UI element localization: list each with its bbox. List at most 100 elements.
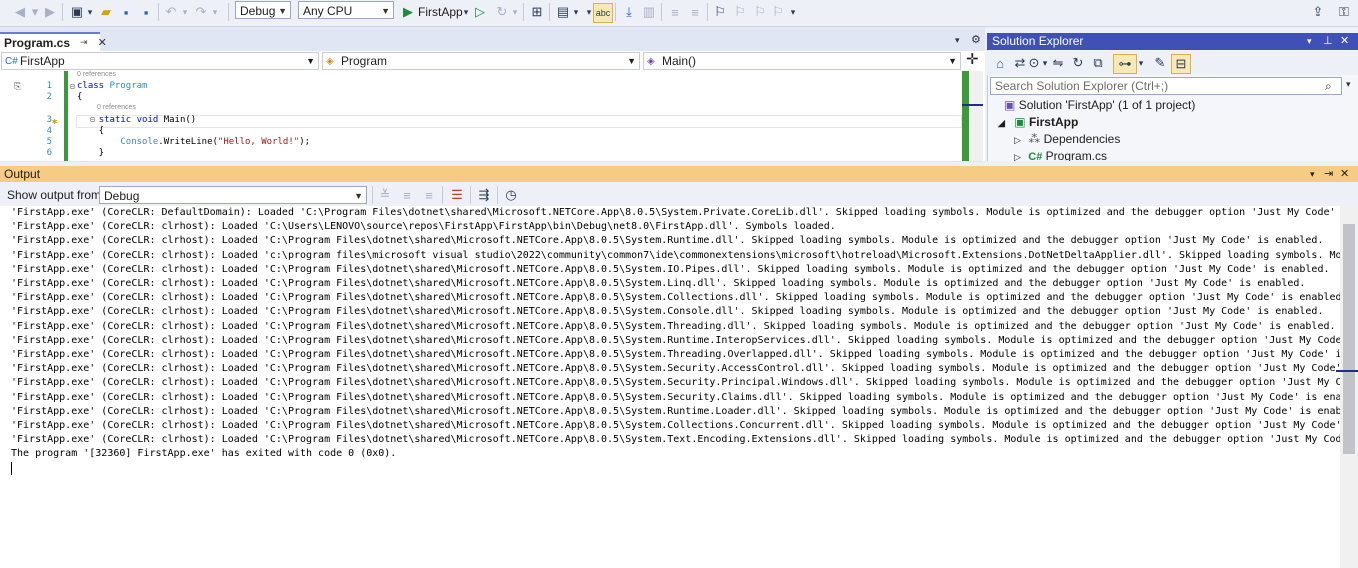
gear-icon[interactable]: ⚙ (971, 33, 981, 46)
clear-all-icon[interactable]: ☰ (448, 186, 466, 204)
collapsed-arrow-icon[interactable]: ▷ (1014, 135, 1021, 145)
code-editor[interactable]: ⎘ ✱ ⊟ ⊟ 0 references 1 class Program 2{0 re… (0, 71, 985, 161)
admin-icon[interactable]: ⚿ (1335, 3, 1353, 21)
previous-message-icon[interactable]: ≡ (398, 186, 416, 204)
undo-dropdown-icon[interactable]: ▾ (181, 3, 189, 21)
redo-icon[interactable]: ↷ (193, 3, 209, 21)
scrollbar-change-marker (962, 71, 969, 161)
spell-check-icon[interactable]: abc (593, 3, 613, 23)
timestamp-icon[interactable]: ◷ (502, 186, 520, 204)
bookmark-icon[interactable]: ⚐ (712, 3, 728, 21)
layout-icon[interactable]: ▤ (554, 3, 572, 21)
pin-icon[interactable]: ⇥ (1324, 166, 1333, 182)
code-line: { (77, 126, 104, 136)
close-icon[interactable]: ✕ (1340, 166, 1349, 182)
preview-icon[interactable]: ⊟ (1171, 54, 1191, 74)
properties-icon[interactable]: ✎ (1151, 54, 1169, 72)
layout-dropdown-icon[interactable]: ▾ (572, 3, 580, 21)
new-dropdown-icon[interactable]: ▾ (86, 3, 94, 21)
quick-actions-icon[interactable]: ⎘ (14, 82, 21, 92)
chevron-down-icon: ▼ (627, 56, 636, 66)
show-all-files-icon[interactable]: ⊶ (1113, 54, 1137, 74)
toolbar-more-icon[interactable]: ▾ (585, 3, 593, 21)
code-token: } (77, 148, 105, 158)
class-nav-select[interactable]: ◈ Program ▼ (322, 52, 640, 70)
share-icon[interactable]: ⇪ (1309, 3, 1327, 21)
outdent-icon[interactable]: ≡ (666, 3, 684, 21)
start-without-debugging-icon[interactable]: ▷ (473, 3, 487, 21)
clear-bookmarks-icon[interactable]: ⚐ (770, 3, 786, 21)
browse-icon[interactable]: ⊞ (528, 3, 546, 21)
new-project-icon[interactable]: ▣ (68, 3, 86, 21)
undo-icon[interactable]: ↶ (163, 3, 179, 21)
save-all-icon[interactable]: ▪ (137, 3, 155, 21)
start-debugging-label[interactable]: FirstApp (418, 3, 463, 21)
expanded-arrow-icon[interactable]: ◢ (998, 118, 1005, 128)
output-line: 'FirstApp.exe' (CoreCLR: clrhost): Loade… (11, 377, 1358, 389)
solution-search-input[interactable]: Search Solution Explorer (Ctrl+;) ⌕ (990, 77, 1342, 95)
code-token: { (77, 92, 83, 102)
close-icon[interactable]: ✕ (98, 36, 107, 49)
hot-reload-icon[interactable]: ↻ (493, 3, 511, 21)
step-into-icon[interactable]: ⤓ (620, 3, 638, 21)
start-debugging-icon[interactable]: ▶ (401, 3, 415, 21)
pin-icon[interactable]: ⊥ (1323, 33, 1333, 50)
back-icon[interactable]: ◀ (12, 3, 28, 21)
lightbulb-icon[interactable]: ✱ (52, 117, 57, 127)
class-icon: ◈ (326, 56, 334, 67)
member-nav-select[interactable]: ◈ Main() ▼ (643, 52, 961, 70)
tree-item-project[interactable]: ◢ ▣ FirstApp (998, 115, 1078, 129)
project-nav-select[interactable]: C# FirstApp ▼ (1, 52, 319, 70)
collapsed-arrow-icon[interactable]: ▷ (1014, 152, 1021, 161)
save-icon[interactable]: ▪ (117, 3, 135, 21)
tree-item-program-cs[interactable]: ▷ C# Program.cs (1014, 149, 1107, 161)
indent-icon[interactable]: ≡ (686, 3, 704, 21)
toolbar-overflow-icon[interactable]: ▾ (789, 3, 797, 21)
tree-item-dependencies[interactable]: ▷ ⁂ Dependencies (1014, 132, 1120, 146)
output-source-select[interactable]: Debug ▼ (99, 186, 367, 204)
redo-dropdown-icon[interactable]: ▾ (211, 3, 219, 21)
forward-icon[interactable]: ▶ (42, 3, 58, 21)
sync-icon[interactable]: ⇋ (1049, 54, 1067, 72)
code-token: class (77, 81, 110, 91)
window-dropdown-icon[interactable]: ▾ (1307, 33, 1312, 50)
next-message-icon[interactable]: ≡ (420, 186, 438, 204)
pin-icon[interactable]: ⇥ (80, 37, 88, 48)
find-message-icon[interactable]: ≚ (376, 186, 394, 204)
tree-item-solution[interactable]: ▣ Solution 'FirstApp' (1 of 1 project) (1004, 98, 1195, 112)
output-line: 'FirstApp.exe' (CoreCLR: clrhost): Loade… (11, 249, 1358, 261)
window-dropdown-icon[interactable]: ▾ (1310, 166, 1315, 182)
open-folder-icon[interactable]: ▰ (97, 3, 115, 21)
method-icon: ◈ (647, 56, 655, 67)
filter-dropdown-icon[interactable]: ▾ (1137, 54, 1145, 72)
close-icon[interactable]: ✕ (1340, 33, 1349, 50)
tab-program-cs[interactable]: Program.cs ⇥ ✕ (0, 32, 107, 51)
solution-platform-select[interactable]: Any CPU ▼ (298, 1, 394, 19)
refresh-icon[interactable]: ↻ (1069, 54, 1087, 72)
split-window-icon[interactable]: ✛ (966, 52, 979, 68)
home-icon[interactable]: ⌂ (991, 54, 1009, 72)
history-dropdown-icon[interactable]: ▾ (1041, 54, 1049, 72)
hot-reload-dropdown-icon[interactable]: ▾ (511, 3, 519, 21)
member-nav-value: Main() (662, 54, 697, 68)
solution-configuration-select[interactable]: Debug ▼ (235, 1, 291, 19)
tab-list-dropdown-icon[interactable]: ▾ (955, 35, 960, 46)
csharp-project-icon: C# (5, 56, 18, 67)
next-bookmark-icon[interactable]: ⚐ (752, 3, 768, 21)
collapse-all-icon[interactable]: ⧉ (1089, 54, 1107, 72)
code-token: Main() (163, 115, 197, 125)
previous-bookmark-icon[interactable]: ⚐ (732, 3, 748, 21)
step-over-icon[interactable]: ▥ (640, 3, 658, 21)
text-caret (11, 462, 12, 475)
scrollbar-thumb[interactable] (1343, 224, 1355, 454)
toggle-word-wrap-icon[interactable]: ⇶ (475, 186, 493, 204)
collapse-class-icon[interactable]: ⊟ (70, 82, 75, 91)
code-line: { (77, 92, 82, 102)
project-nav-value: FirstApp (20, 54, 65, 68)
start-dropdown-icon[interactable]: ▾ (462, 3, 470, 21)
back-dropdown-icon[interactable]: ▾ (30, 3, 40, 21)
output-vertical-scrollbar[interactable] (1340, 206, 1358, 568)
search-options-dropdown-icon[interactable]: ▾ (1346, 79, 1351, 90)
output-text-area[interactable]: 'FirstApp.exe' (CoreCLR: DefaultDomain):… (0, 206, 1358, 568)
solution-configuration-value: Debug (240, 4, 276, 18)
